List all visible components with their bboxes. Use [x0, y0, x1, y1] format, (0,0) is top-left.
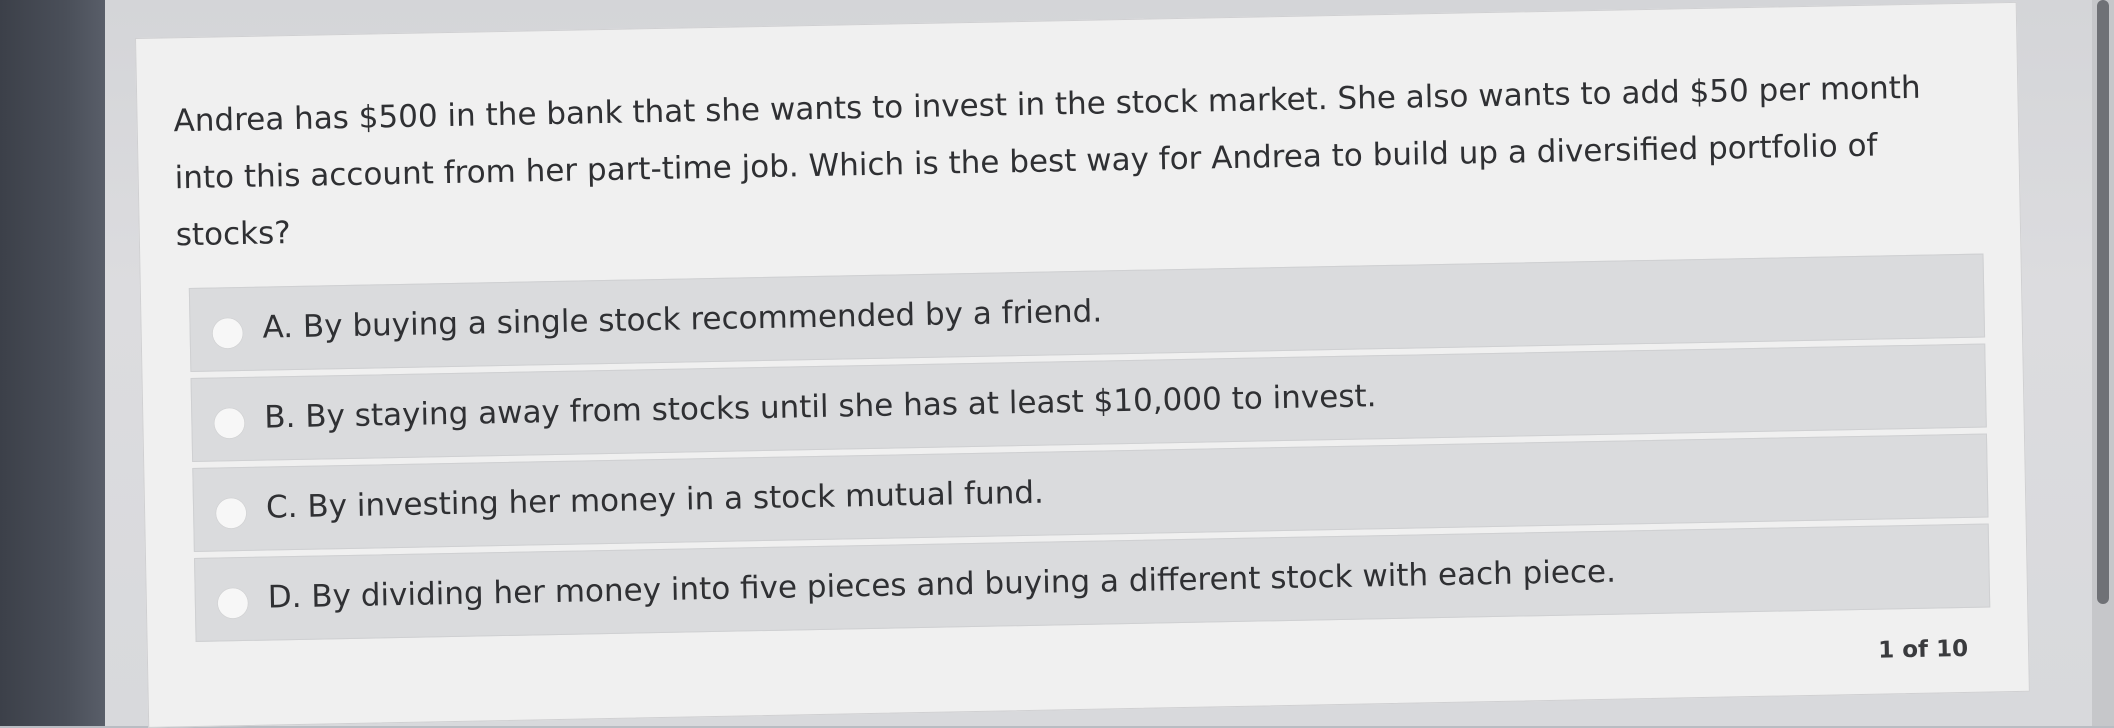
- page-indicator: 1 of 10: [1877, 635, 1969, 664]
- question-text: Andrea has $500 in the bank that she wan…: [173, 69, 1921, 254]
- monitor-bezel: [0, 0, 110, 726]
- radio-button-icon[interactable]: [215, 497, 247, 529]
- radio-button-icon[interactable]: [217, 587, 249, 619]
- option-b-label: B. By staying away from stocks until she…: [263, 378, 1377, 436]
- answer-options: A. By buying a single stock recommended …: [188, 253, 1991, 648]
- radio-button-icon[interactable]: [214, 407, 245, 439]
- question-panel: Andrea has $500 in the bank that she wan…: [135, 1, 2030, 728]
- option-c-label: C. By investing her money in a stock mut…: [265, 474, 1045, 526]
- option-a-label: A. By buying a single stock recommended …: [262, 293, 1103, 346]
- scrollbar[interactable]: [2092, 0, 2114, 726]
- scrollbar-thumb[interactable]: [2097, 0, 2109, 604]
- option-d-label: D. By dividing her money into five piece…: [267, 553, 1617, 616]
- radio-button-icon[interactable]: [212, 317, 243, 349]
